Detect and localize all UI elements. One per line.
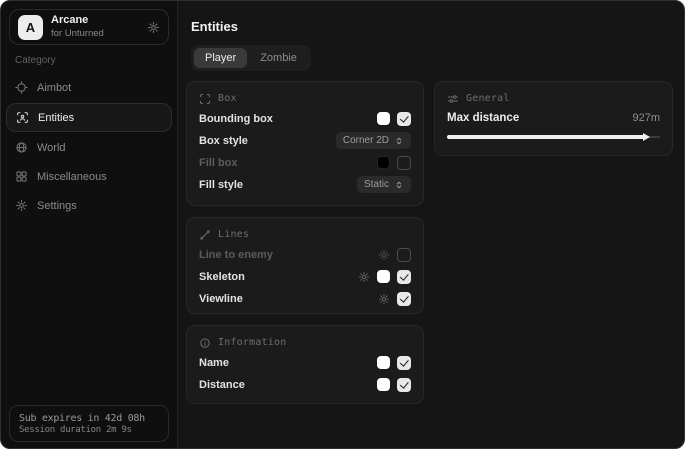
general-panel: General Max distance 927m <box>434 81 673 156</box>
box-style-dropdown[interactable]: Corner 2D <box>336 132 411 149</box>
tab-zombie[interactable]: Zombie <box>249 48 308 68</box>
sidebar-item-settings[interactable]: Settings <box>1 191 177 220</box>
general-panel-title: General <box>466 93 510 104</box>
gear-icon[interactable] <box>378 293 390 305</box>
fill-style-dropdown[interactable]: Static <box>357 176 411 193</box>
color-swatch[interactable] <box>377 378 390 391</box>
information-panel: Information Name Distance <box>186 325 424 404</box>
box-panel: Box Bounding box Box style Corner 2D <box>186 81 424 206</box>
color-swatch[interactable] <box>377 270 390 283</box>
sliders-icon <box>447 93 459 105</box>
setting-row-fill-box: Fill box <box>199 152 411 173</box>
setting-row-line-to-enemy: Line to enemy <box>199 244 411 265</box>
sidebar-item-miscellaneous[interactable]: Miscellaneous <box>1 162 177 191</box>
skeleton-checkbox[interactable] <box>397 270 411 284</box>
box-panel-title: Box <box>218 93 237 104</box>
information-panel-header: Information <box>199 334 411 351</box>
globe-icon <box>15 141 28 154</box>
setting-row-box-style: Box style Corner 2D <box>199 130 411 151</box>
scan-face-icon <box>16 111 29 124</box>
lines-panel: Lines Line to enemy Skeleton <box>186 217 424 314</box>
setting-row-distance: Distance <box>199 374 411 395</box>
sidebar: A Arcane for Unturned Category <box>1 1 178 448</box>
dropdown-value: Corner 2D <box>343 135 389 146</box>
viewline-checkbox[interactable] <box>397 292 411 306</box>
lines-panel-title: Lines <box>218 229 249 240</box>
session-duration-text: Session duration 2m 9s <box>19 425 159 435</box>
line-to-enemy-checkbox[interactable] <box>397 248 411 262</box>
setting-row-viewline: Viewline <box>199 288 411 309</box>
sidebar-item-label: Miscellaneous <box>37 171 107 183</box>
gear-icon <box>15 199 28 212</box>
setting-row-name: Name <box>199 352 411 373</box>
info-icon <box>199 337 211 349</box>
brand-card[interactable]: A Arcane for Unturned <box>9 9 169 45</box>
crosshair-icon <box>15 81 28 94</box>
brand-subtitle: for Unturned <box>51 28 104 40</box>
distance-checkbox[interactable] <box>397 378 411 392</box>
chevrons-updown-icon <box>394 180 404 190</box>
sidebar-item-label: World <box>37 142 66 154</box>
page-title: Entities <box>191 19 238 34</box>
sidebar-item-label: Settings <box>37 200 77 212</box>
grid-icon <box>15 170 28 183</box>
max-distance-label: Max distance <box>447 112 519 124</box>
chevrons-updown-icon <box>394 136 404 146</box>
setting-row-bounding-box: Bounding box <box>199 108 411 129</box>
fill-box-checkbox[interactable] <box>397 156 411 170</box>
scan-icon <box>199 93 211 105</box>
box-panel-header: Box <box>199 90 411 107</box>
dropdown-value: Static <box>364 179 389 190</box>
max-distance-row: Max distance 927m <box>447 112 660 124</box>
slider-fill <box>447 135 645 139</box>
entity-tabs: Player Zombie <box>191 45 311 71</box>
slider-thumb[interactable] <box>643 133 650 141</box>
sidebar-nav: Category Aimbot Entities <box>1 53 177 220</box>
bounding-box-checkbox[interactable] <box>397 112 411 126</box>
brand-name: Arcane <box>51 14 104 28</box>
gear-icon[interactable] <box>358 271 370 283</box>
sub-expiry-text: Sub expires in 42d 08h <box>19 413 159 424</box>
general-panel-header: General <box>447 90 660 107</box>
line-icon <box>199 229 211 241</box>
name-checkbox[interactable] <box>397 356 411 370</box>
sidebar-item-entities[interactable]: Entities <box>6 103 172 132</box>
color-swatch[interactable] <box>377 356 390 369</box>
gear-icon[interactable] <box>147 21 160 34</box>
subscription-info: Sub expires in 42d 08h Session duration … <box>9 405 169 442</box>
sidebar-item-label: Aimbot <box>37 82 71 94</box>
sidebar-item-aimbot[interactable]: Aimbot <box>1 73 177 102</box>
max-distance-value: 927m <box>632 112 660 124</box>
setting-row-fill-style: Fill style Static <box>199 174 411 195</box>
gear-icon[interactable] <box>378 249 390 261</box>
brand-text: Arcane for Unturned <box>51 14 104 40</box>
setting-row-skeleton: Skeleton <box>199 266 411 287</box>
sidebar-item-label: Entities <box>38 112 74 124</box>
tab-player[interactable]: Player <box>194 48 247 68</box>
max-distance-slider[interactable] <box>447 132 660 141</box>
app-window: A Arcane for Unturned Category <box>0 0 685 449</box>
sidebar-item-world[interactable]: World <box>1 133 177 162</box>
color-swatch[interactable] <box>377 156 390 169</box>
category-label: Category <box>1 53 177 73</box>
brand-logo: A <box>18 15 43 40</box>
information-panel-title: Information <box>218 337 286 348</box>
lines-panel-header: Lines <box>199 226 411 243</box>
color-swatch[interactable] <box>377 112 390 125</box>
